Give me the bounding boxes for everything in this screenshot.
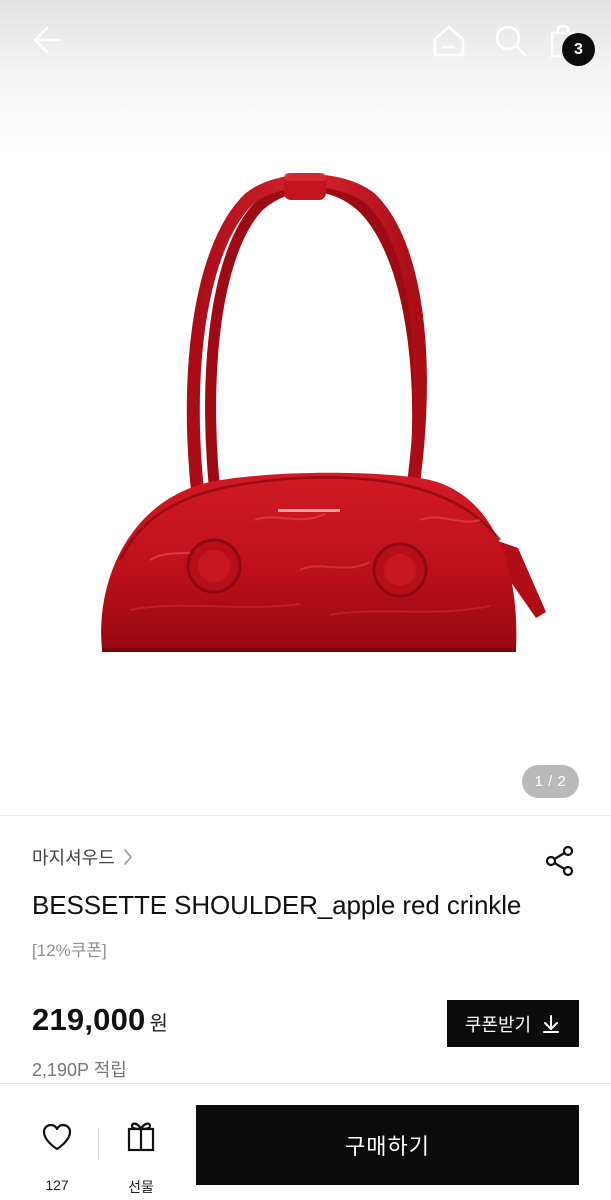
cart-count-badge: 3	[562, 33, 595, 66]
brand-name: 마지셔우드	[32, 848, 115, 868]
like-button[interactable]: 127	[22, 1104, 92, 1193]
chevron-right-icon	[124, 849, 132, 865]
gift-button[interactable]: 선물	[106, 1104, 176, 1195]
price-currency: 원	[149, 1013, 168, 1035]
share-icon[interactable]	[544, 845, 576, 877]
download-coupon-label: 쿠폰받기	[464, 1014, 532, 1035]
image-pager-indicator: 1 / 2	[522, 765, 579, 798]
brand-link[interactable]: 마지셔우드	[32, 843, 133, 871]
bottom-action-bar: 127 선물 구매하기	[0, 1083, 611, 1200]
arrow-left-icon[interactable]	[30, 22, 66, 58]
like-count: 127	[45, 1177, 69, 1193]
top-navigation-bar: 3	[0, 0, 611, 82]
product-title: BESSETTE SHOULDER_apple red crinkle	[32, 890, 522, 920]
price: 219,000	[32, 1002, 146, 1037]
product-image[interactable]	[0, 0, 611, 815]
product-image-gallery[interactable]: 3 1 / 2	[0, 0, 611, 815]
reward-points: 2,190P 적립	[32, 1060, 127, 1080]
home-icon[interactable]	[430, 22, 468, 60]
download-coupon-button[interactable]: 쿠폰받기	[447, 1000, 579, 1047]
heart-icon	[42, 1123, 72, 1151]
buy-button[interactable]: 구매하기	[196, 1105, 579, 1185]
bar-divider	[98, 1128, 99, 1160]
download-icon	[543, 1014, 560, 1033]
search-icon[interactable]	[492, 22, 528, 58]
price-row: 219,000 원	[32, 1002, 168, 1038]
gift-label: 선물	[128, 1179, 154, 1195]
gift-icon	[127, 1122, 155, 1152]
section-divider	[0, 815, 611, 816]
coupon-tag: [12%쿠폰]	[32, 941, 107, 960]
